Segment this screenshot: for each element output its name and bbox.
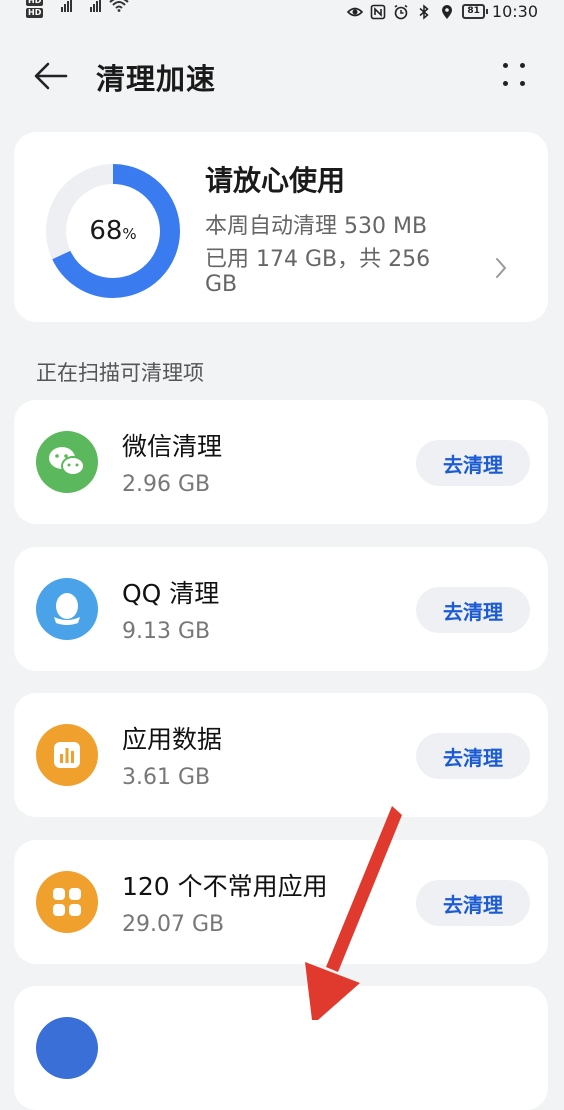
- nfc-icon: [371, 4, 386, 19]
- storage-status-title: 请放心使用: [205, 164, 346, 197]
- hd-badge: HD: [26, 8, 44, 18]
- clean-button[interactable]: 去清理: [416, 733, 530, 779]
- item-size: 3.61 GB: [122, 765, 211, 790]
- location-icon: [442, 4, 453, 19]
- storage-percent-readout: 68 %: [44, 162, 182, 300]
- back-arrow-icon[interactable]: [30, 58, 70, 94]
- wifi-icon: [109, 0, 130, 12]
- item-title: 120 个不常用应用: [122, 872, 328, 901]
- page-title: 清理加速: [96, 62, 217, 96]
- app-header: 清理加速: [0, 48, 564, 104]
- bluetooth-icon: [419, 3, 430, 20]
- clean-item-partial: [14, 986, 548, 1110]
- status-time: 10:30: [491, 2, 538, 21]
- item-title: QQ 清理: [122, 579, 220, 608]
- unused-apps-icon: [36, 871, 98, 933]
- item-size: 2.96 GB: [122, 472, 211, 497]
- battery-icon: 81: [462, 4, 488, 19]
- eye-icon: [347, 7, 364, 16]
- qq-icon: [36, 578, 98, 640]
- status-bar-right: 81 10:30: [347, 2, 538, 21]
- wechat-icon: [36, 431, 98, 493]
- signal-icon: 4G: [51, 0, 73, 12]
- hd-indicators: HD HD: [26, 0, 44, 18]
- hd-badge: HD: [26, 0, 44, 6]
- section-label: 正在扫描可清理项: [36, 361, 204, 385]
- weekly-cleaned-text: 本周自动清理 530 MB: [205, 214, 428, 239]
- storage-usage-text-cont: GB: [205, 272, 238, 297]
- network-type: 4G: [51, 0, 62, 2]
- clean-item-unused-apps: 120 个不常用应用 29.07 GB 去清理: [14, 840, 548, 964]
- clean-button[interactable]: 去清理: [416, 440, 530, 486]
- uninstall-residue-icon: [36, 1017, 98, 1079]
- percent-sign: %: [122, 225, 137, 243]
- status-bar-left: HD HD 4G 4G: [26, 0, 130, 18]
- storage-usage-text: 已用 174 GB，共 256: [205, 247, 431, 272]
- clean-item-wechat: 微信清理 2.96 GB 去清理: [14, 400, 548, 524]
- clean-button[interactable]: 去清理: [416, 587, 530, 633]
- app-data-icon: [36, 724, 98, 786]
- item-title: 应用数据: [122, 725, 223, 754]
- item-size: 29.07 GB: [122, 912, 225, 937]
- clean-button[interactable]: 去清理: [416, 880, 530, 926]
- clean-item-qq: QQ 清理 9.13 GB 去清理: [14, 547, 548, 671]
- alarm-icon: [394, 4, 408, 19]
- network-type: 4G: [80, 0, 91, 2]
- item-title: 微信清理: [122, 432, 223, 461]
- item-size: 9.13 GB: [122, 619, 211, 644]
- storage-summary-card[interactable]: 68 % 请放心使用 本周自动清理 530 MB 已用 174 GB，共 256…: [14, 132, 548, 322]
- clean-item-app-data: 应用数据 3.61 GB 去清理: [14, 693, 548, 817]
- status-bar: HD HD 4G 4G: [0, 0, 564, 30]
- signal-icon: 4G: [80, 0, 102, 12]
- chevron-right-icon: [496, 258, 507, 278]
- storage-percent: 68: [89, 216, 123, 246]
- more-options-icon[interactable]: [500, 60, 530, 90]
